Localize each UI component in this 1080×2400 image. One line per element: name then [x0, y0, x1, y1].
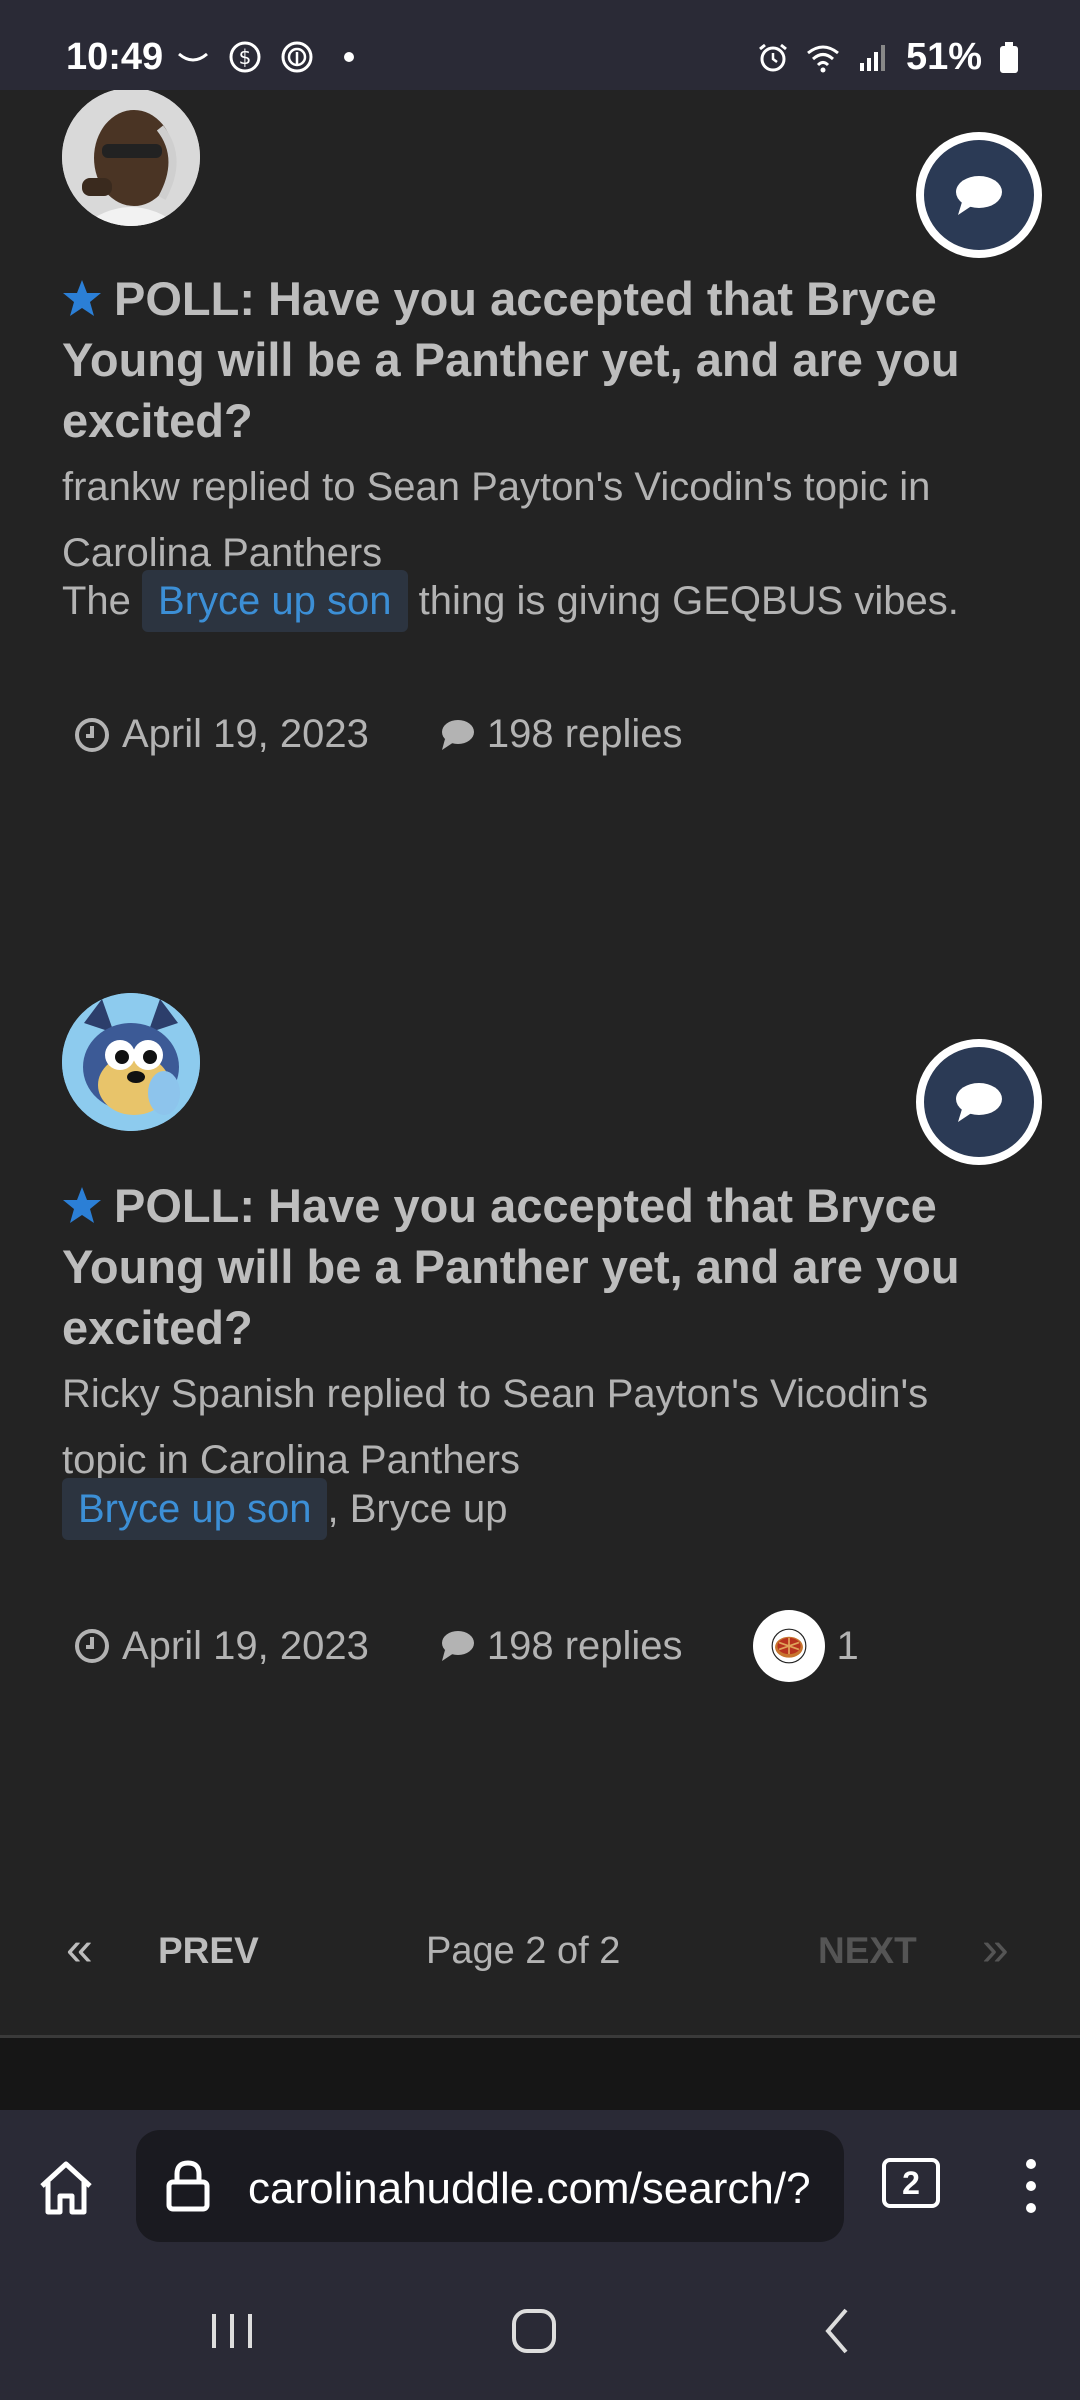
page-info: Page 2 of 2 — [426, 1930, 621, 1972]
search-highlight-tag: Bryce up son — [62, 1478, 328, 1540]
result-title[interactable]: POLL: Have you accepted that Bryce Young… — [62, 1175, 1030, 1358]
address-bar[interactable]: carolinahuddle.com/search/? — [136, 2130, 844, 2242]
prev-button[interactable]: PREV — [158, 1930, 259, 1972]
speech-bubble-icon — [956, 1083, 1002, 1122]
user-avatar[interactable] — [62, 90, 200, 226]
replies-text: 198 replies — [486, 712, 683, 756]
pie-reaction-icon — [752, 1610, 825, 1682]
system-nav-bar — [0, 2260, 1080, 2400]
comment-icon — [441, 719, 474, 750]
result-meta: Ricky Spanish replied to Sean Payton's V… — [62, 1372, 929, 1482]
url-text[interactable]: carolinahuddle.com/search/? — [248, 2164, 811, 2214]
svg-text:$: $ — [239, 45, 252, 69]
snippet-text-after: , Bryce up — [327, 1487, 508, 1531]
result-card[interactable]: POLL: Have you accepted that Bryce Young… — [0, 993, 1080, 1898]
battery-icon — [1000, 41, 1018, 73]
clock-icon — [75, 1629, 109, 1663]
next-arrow-icon: » — [982, 1923, 1009, 1976]
result-date: April 19, 2023 — [74, 1624, 369, 1669]
result-snippet: Bryce up son, Bryce up — [62, 1476, 1000, 1542]
status-bar: 10:49 $ 51% — [0, 0, 1080, 90]
reply-indicator — [916, 1039, 1042, 1165]
search-highlight-tag: Bryce up son — [142, 570, 408, 632]
avatar-image — [62, 90, 200, 226]
result-title-text: POLL: Have you accepted that Bryce Young… — [62, 272, 960, 447]
tab-switcher-button[interactable]: 2 — [882, 2158, 940, 2208]
lock-icon[interactable] — [166, 2160, 210, 2212]
reaction-count: 1 — [836, 1623, 859, 1668]
signal-icon — [859, 44, 885, 71]
missed-call-icon — [178, 52, 208, 62]
next-button: NEXT — [818, 1930, 917, 1971]
result-title[interactable]: POLL: Have you accepted that Bryce Young… — [62, 268, 1030, 451]
search-results: POLL: Have you accepted that Bryce Young… — [0, 90, 1080, 2110]
alarm-icon — [759, 43, 787, 71]
status-time: 10:49 — [66, 36, 164, 78]
status-right-icons: 51% — [756, 36, 1020, 79]
result-card[interactable]: POLL: Have you accepted that Bryce Young… — [0, 90, 1080, 1030]
more-menu-icon[interactable] — [1016, 2156, 1046, 2216]
wifi-icon — [807, 45, 839, 72]
home-nav-icon[interactable] — [494, 2296, 574, 2366]
snippet-text-after: thing is giving GEQBUS vibes. — [407, 579, 959, 623]
battery-level: 51% — [905, 36, 982, 78]
user-avatar[interactable] — [62, 993, 200, 1131]
result-reactions[interactable]: 1 — [752, 1610, 859, 1682]
date-text: April 19, 2023 — [122, 1623, 369, 1668]
result-date: April 19, 2023 — [74, 712, 369, 757]
back-icon[interactable] — [798, 2296, 878, 2366]
replies-text: 198 replies — [486, 1623, 683, 1668]
page: 10:49 $ 51% POLL: Have you accepted that… — [0, 0, 1080, 2400]
tab-count: 2 — [902, 2164, 920, 2201]
avatar-image — [62, 993, 200, 1131]
dot-icon — [344, 52, 354, 62]
snippet-text-before: The — [62, 579, 143, 623]
result-title-text: POLL: Have you accepted that Bryce Young… — [62, 1179, 960, 1354]
result-stats: April 19, 2023 198 replies — [74, 712, 753, 757]
comment-icon — [441, 1631, 474, 1661]
star-icon — [63, 1187, 101, 1223]
dollar-circle-icon: $ — [229, 41, 261, 73]
speech-bubble-icon — [956, 176, 1002, 215]
clock-icon — [75, 717, 109, 752]
reply-indicator — [916, 132, 1042, 258]
result-snippet: The Bryce up son thing is giving GEQBUS … — [62, 568, 1000, 634]
result-meta: frankw replied to Sean Payton's Vicodin'… — [62, 465, 931, 575]
result-stats: April 19, 2023 198 replies 1 — [74, 1610, 929, 1682]
home-icon[interactable] — [34, 2156, 98, 2220]
status-left-icons: $ — [176, 40, 366, 74]
date-text: April 19, 2023 — [122, 712, 369, 756]
fingerprint-icon — [281, 41, 313, 73]
result-replies: 198 replies — [439, 712, 683, 757]
result-replies: 198 replies — [439, 1624, 683, 1669]
star-icon — [63, 280, 101, 316]
recents-icon[interactable] — [192, 2296, 272, 2366]
prev-arrow-icon[interactable]: « — [66, 1922, 93, 1977]
pagination: « PREV Page 2 of 2 NEXT » — [0, 1870, 1080, 2038]
browser-toolbar: carolinahuddle.com/search/? 2 — [0, 2110, 1080, 2260]
